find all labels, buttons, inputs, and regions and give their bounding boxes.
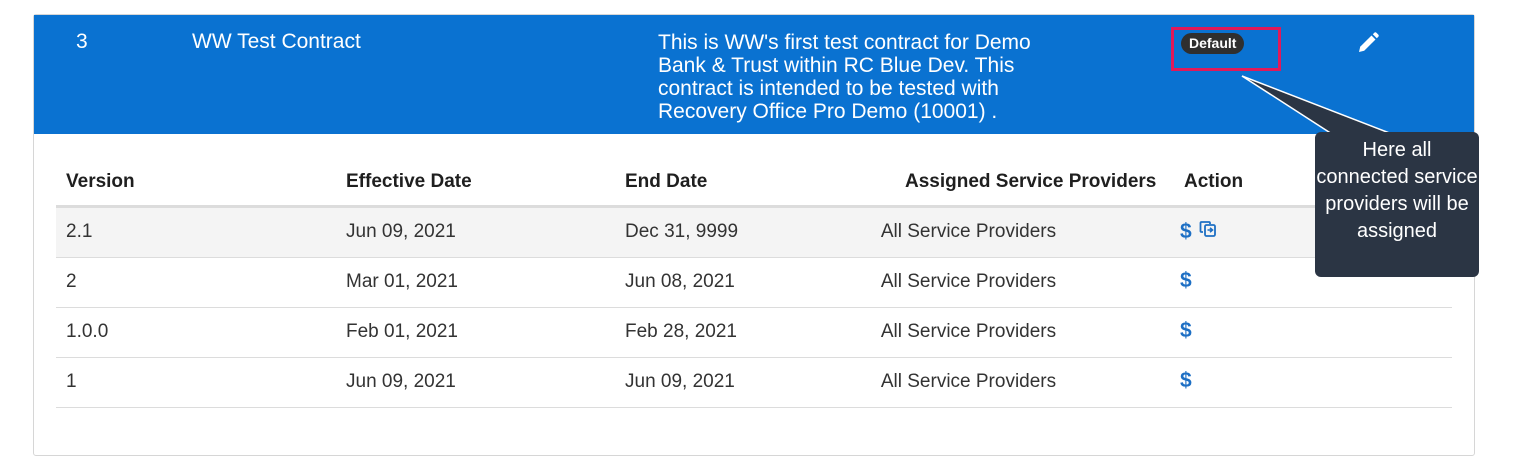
effective-date-cell: Feb 01, 2021 (346, 321, 458, 342)
table-row: 2.1 Jun 09, 2021 Dec 31, 9999 All Servic… (56, 208, 1452, 258)
contract-card: 3 WW Test Contract This is WW's first te… (33, 14, 1475, 456)
annotation-tooltip: Here all connected service providers wil… (1315, 132, 1479, 277)
service-providers-cell: All Service Providers (880, 371, 1057, 392)
version-cell: 2 (66, 271, 77, 292)
copy-icon[interactable] (1198, 219, 1218, 245)
contract-number: 3 (76, 30, 88, 53)
column-header-assigned-service-providers: Assigned Service Providers (905, 171, 1157, 192)
version-cell: 1 (66, 371, 77, 392)
action-cell: $ (1180, 219, 1218, 245)
dollar-icon[interactable]: $ (1180, 269, 1192, 293)
service-providers-cell: All Service Providers (880, 221, 1057, 242)
dollar-icon[interactable]: $ (1180, 369, 1192, 393)
end-date-cell: Jun 09, 2021 (625, 371, 735, 392)
effective-date-cell: Jun 09, 2021 (346, 371, 456, 392)
contract-description: This is WW's first test contract for Dem… (658, 31, 1031, 123)
dollar-icon[interactable]: $ (1180, 319, 1192, 343)
column-header-effective-date: Effective Date (346, 171, 472, 192)
version-cell: 2.1 (66, 221, 93, 242)
action-cell: $ (1180, 269, 1192, 293)
service-providers-cell: All Service Providers (880, 321, 1057, 342)
end-date-cell: Feb 28, 2021 (625, 321, 737, 342)
column-header-version: Version (66, 171, 135, 192)
column-header-action: Action (1184, 171, 1244, 192)
contract-title: WW Test Contract (192, 30, 361, 53)
pencil-icon[interactable] (1356, 31, 1380, 55)
action-cell: $ (1180, 369, 1192, 393)
action-cell: $ (1180, 319, 1192, 343)
effective-date-cell: Mar 01, 2021 (346, 271, 458, 292)
badge-highlight-box (1171, 27, 1281, 71)
table-row: 1.0.0 Feb 01, 2021 Feb 28, 2021 All Serv… (56, 308, 1452, 358)
service-providers-cell: All Service Providers (880, 271, 1057, 292)
table-row: 1 Jun 09, 2021 Jun 09, 2021 All Service … (56, 358, 1452, 408)
end-date-cell: Jun 08, 2021 (625, 271, 735, 292)
contract-header: 3 WW Test Contract This is WW's first te… (34, 15, 1474, 134)
column-header-end-date: End Date (625, 171, 708, 192)
effective-date-cell: Jun 09, 2021 (346, 221, 456, 242)
dollar-icon[interactable]: $ (1180, 220, 1192, 244)
version-cell: 1.0.0 (66, 321, 109, 342)
table-row: 2 Mar 01, 2021 Jun 08, 2021 All Service … (56, 258, 1452, 308)
end-date-cell: Dec 31, 9999 (625, 221, 739, 242)
